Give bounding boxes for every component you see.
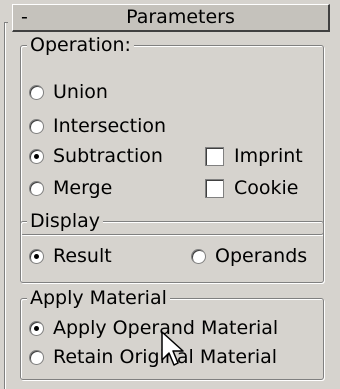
radio-label: Intersection: [53, 115, 167, 137]
radio-union[interactable]: Union: [29, 79, 108, 105]
radio-apply-operand-material[interactable]: Apply Operand Material: [29, 315, 278, 341]
radio-button-selected[interactable]: [29, 320, 44, 336]
operation-group: Operation:: [20, 34, 324, 235]
radio-button[interactable]: [29, 84, 44, 100]
radio-result[interactable]: Result: [29, 243, 112, 269]
radio-button[interactable]: [191, 248, 206, 264]
radio-operands[interactable]: Operands: [191, 243, 307, 269]
radio-button[interactable]: [29, 180, 44, 196]
checkbox[interactable]: [205, 146, 224, 166]
checkbox-label: Cookie: [234, 177, 299, 199]
rollout-bracket: [4, 22, 8, 389]
rollout-title-bar[interactable]: - Parameters: [12, 4, 330, 32]
radio-button[interactable]: [29, 349, 44, 365]
checkbox-cookie[interactable]: Cookie: [205, 175, 299, 201]
radio-merge[interactable]: Merge: [29, 175, 112, 201]
radio-retain-original-material[interactable]: Retain Original Material: [29, 344, 277, 370]
checkbox-label: Imprint: [234, 145, 303, 167]
radio-button[interactable]: [29, 118, 44, 134]
display-legend: Display: [27, 210, 104, 232]
radio-intersection[interactable]: Intersection: [29, 113, 166, 139]
radio-button-selected[interactable]: [29, 248, 44, 264]
arrow-cursor-icon: [161, 331, 184, 366]
rollout-title: Parameters: [126, 6, 235, 28]
apply-material-legend: Apply Material: [27, 287, 170, 309]
checkbox-imprint[interactable]: Imprint: [205, 143, 303, 169]
operation-legend: Operation:: [27, 34, 134, 56]
radio-label: Result: [53, 245, 112, 267]
radio-label: Subtraction: [53, 145, 163, 167]
radio-label: Merge: [53, 177, 113, 199]
radio-button-selected[interactable]: [29, 148, 44, 164]
radio-subtraction[interactable]: Subtraction: [29, 143, 163, 169]
checkbox[interactable]: [205, 178, 224, 198]
radio-label: Union: [53, 81, 108, 103]
radio-label: Operands: [215, 245, 308, 267]
